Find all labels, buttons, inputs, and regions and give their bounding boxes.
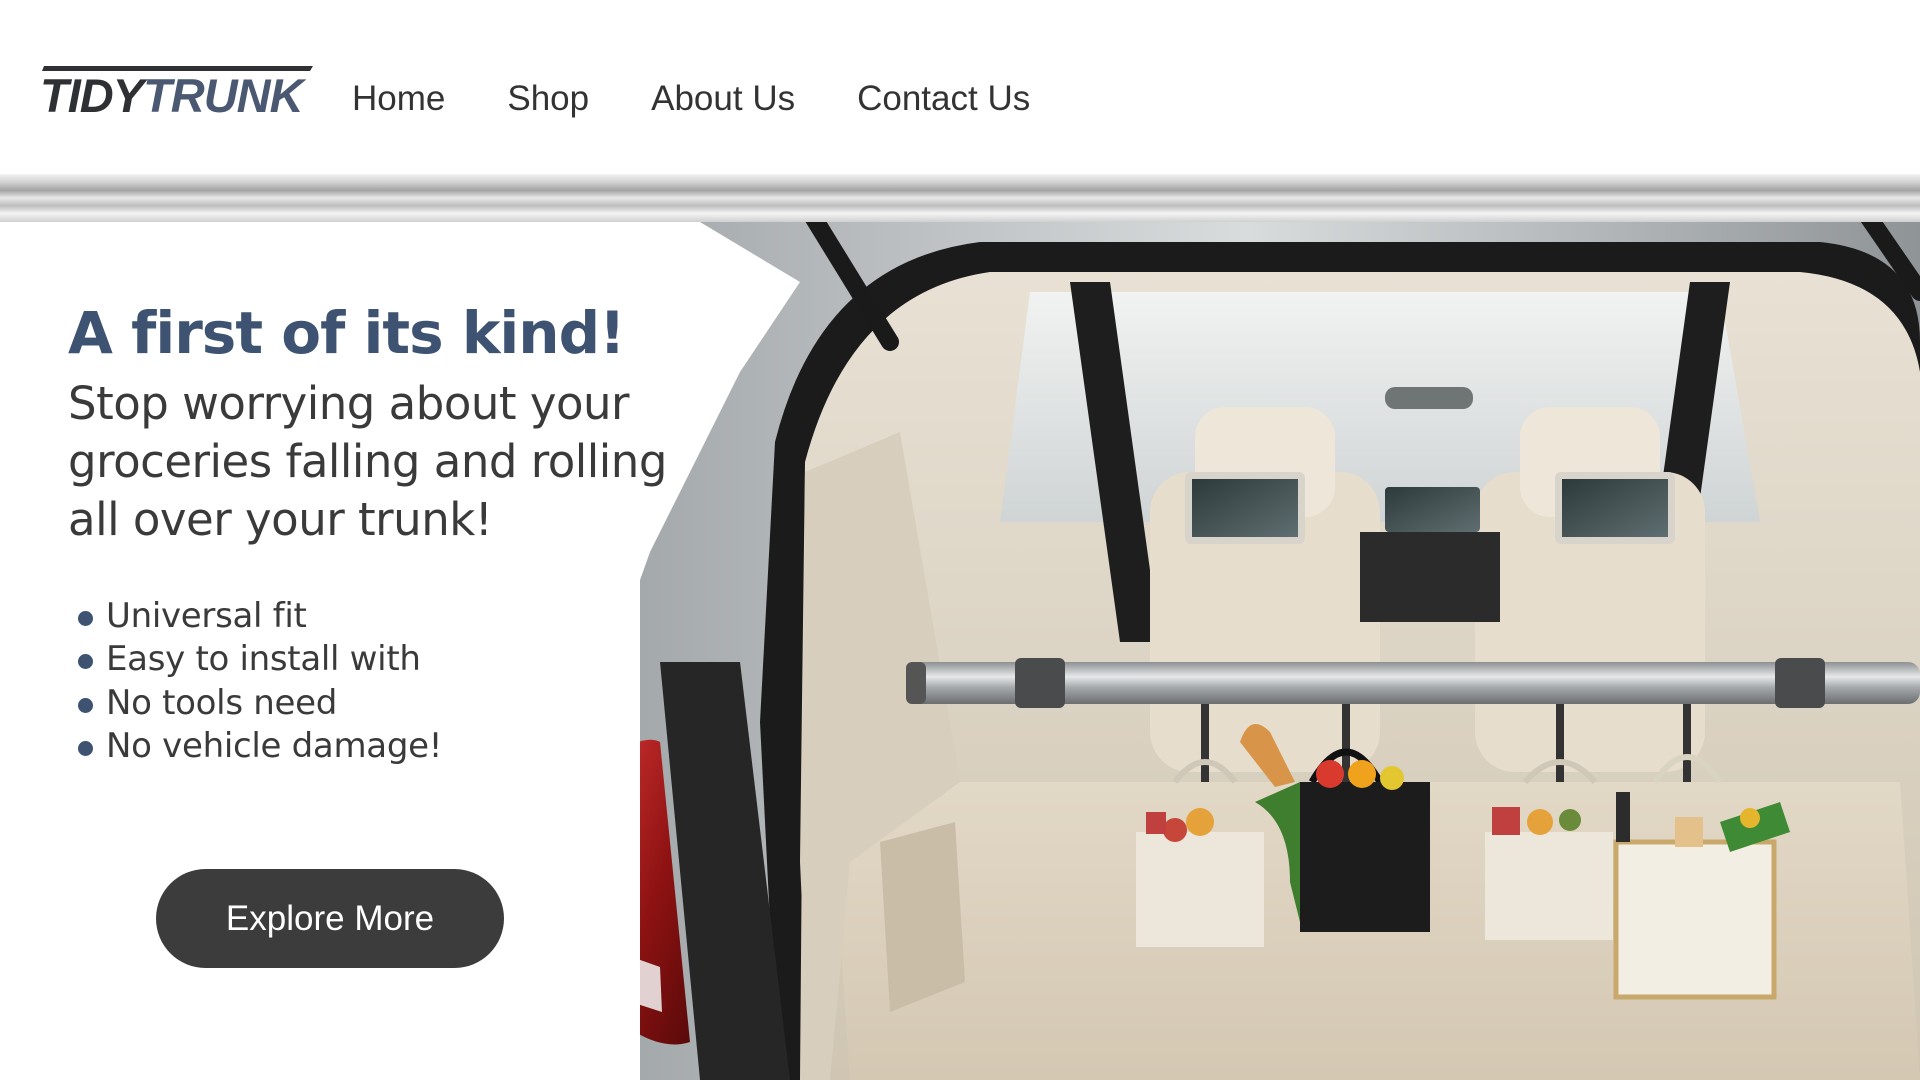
header-rail-divider — [0, 174, 1920, 222]
nav-item-about-us[interactable]: About Us — [651, 79, 795, 119]
hero-subhead: Stop worrying about your groceries falli… — [68, 375, 728, 549]
feature-label: No tools need — [106, 682, 338, 723]
bullet-icon — [78, 697, 93, 713]
feature-label: Easy to install with — [106, 639, 421, 680]
bullet-icon — [78, 610, 93, 626]
hero-copy: A first of its kind! Stop worrying about… — [68, 300, 728, 769]
nav-item-contact-us[interactable]: Contact Us — [857, 79, 1030, 119]
nav-item-home[interactable]: Home — [352, 79, 445, 119]
bullet-icon — [78, 741, 93, 757]
hero-subhead-line: Stop worrying about your — [68, 376, 630, 430]
feature-list: Universal fit Easy to install with No to… — [76, 595, 728, 769]
hero-subhead-line: groceries falling and rolling — [68, 434, 667, 488]
hero-section: A first of its kind! Stop worrying about… — [0, 222, 1920, 1080]
hero-subhead-line: all over your trunk! — [68, 492, 493, 546]
explore-more-button[interactable]: Explore More — [156, 869, 504, 968]
main-nav: Home Shop About Us Contact Us — [352, 75, 1092, 123]
site-header: TIDYTRUNK Home Shop About Us Contact Us — [0, 0, 1920, 176]
feature-label: Universal fit — [106, 595, 307, 636]
nav-item-shop[interactable]: Shop — [507, 79, 589, 119]
feature-item: No tools need — [76, 682, 728, 726]
feature-item: Easy to install with — [76, 638, 728, 682]
bullet-icon — [78, 654, 93, 670]
feature-item: No vehicle damage! — [76, 725, 728, 769]
tidytrunk-logo[interactable]: TIDYTRUNK — [38, 66, 313, 122]
feature-item: Universal fit — [76, 595, 728, 639]
feature-label: No vehicle damage! — [106, 726, 443, 767]
logo-wordmark: TIDYTRUNK — [40, 69, 304, 122]
hero-headline: A first of its kind! — [68, 299, 626, 367]
